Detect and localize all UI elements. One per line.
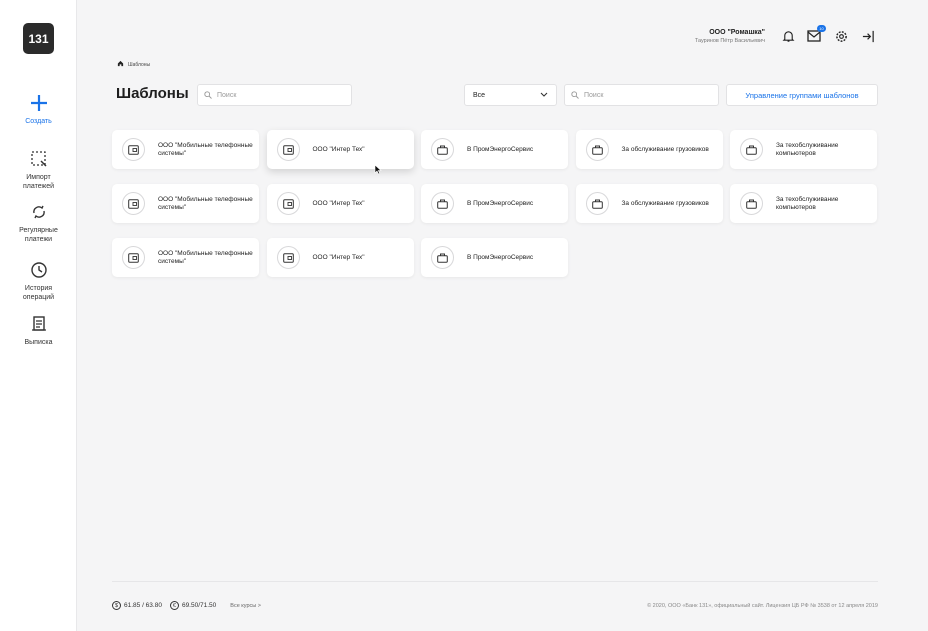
template-card[interactable]: ООО "Мобильные телефонные системы" [112, 130, 259, 169]
template-card-label: ООО "Интер Тех" [312, 253, 365, 261]
template-card-label: ООО "Мобильные телефонные системы" [158, 249, 253, 265]
briefcase-icon [431, 138, 454, 161]
template-card[interactable]: ООО "Мобильные телефонные системы" [112, 238, 259, 277]
template-search[interactable] [197, 84, 352, 106]
eur-rate-value: 69.50/71.50 [181, 602, 217, 609]
bell-icon[interactable] [780, 28, 796, 44]
sidebar-item-label: Создать [25, 118, 52, 125]
sidebar-item-create[interactable]: Создать [0, 93, 77, 126]
sidebar-item-label: Импорт платежей [22, 174, 55, 190]
usd-rate-value: 61.85 / 63.80 [124, 602, 162, 609]
template-card-label: За техобслуживание компьютеров [776, 141, 839, 157]
sidebar: 131 Создать Импорт платежей Регулярные п… [0, 0, 77, 631]
search-icon [571, 86, 579, 104]
template-card[interactable]: ООО "Мобильные телефонные системы" [112, 184, 259, 223]
manage-groups-button[interactable]: Управление группами шаблонов [726, 84, 878, 106]
mouse-cursor-icon [374, 162, 382, 180]
group-filter-value: Все [473, 91, 486, 99]
wallet-icon [276, 192, 300, 215]
template-card[interactable]: В ПромЭнергоСервис [421, 238, 568, 277]
briefcase-icon [585, 192, 609, 215]
sidebar-item-label: История операций [22, 285, 55, 301]
eur-rate: € 69.50/71.50 [169, 601, 217, 610]
template-card-label: В ПромЭнергоСервис [467, 145, 534, 153]
wallet-icon [122, 246, 145, 269]
search-input[interactable] [217, 91, 351, 99]
sidebar-item-label: Регулярные платежи [19, 227, 58, 243]
template-card-label: За техобслуживание компьютеров [776, 195, 839, 211]
all-rates-link[interactable]: Все курсы > [230, 603, 261, 609]
template-card[interactable]: В ПромЭнергоСервис [421, 130, 568, 169]
sidebar-item-label: Выписка [24, 339, 53, 346]
template-card[interactable]: За техобслуживание компьютеров [730, 130, 877, 169]
wallet-icon [122, 192, 145, 215]
template-card-label: ООО "Мобильные телефонные системы" [158, 141, 253, 157]
gear-icon[interactable] [833, 28, 849, 44]
template-card[interactable]: ООО "Интер Тех" [266, 130, 414, 169]
breadcrumb-current: Шаблоны [128, 61, 151, 68]
usd-rate: $ 61.85 / 63.80 [112, 601, 162, 610]
sidebar-item-regular[interactable]: Регулярные платежи [0, 202, 77, 244]
exchange-rates: $ 61.85 / 63.80 € 69.50/71.50 Все курсы … [112, 601, 261, 610]
template-card-label: ООО "Интер Тех" [312, 145, 365, 153]
template-card-label: ООО "Мобильные телефонные системы" [158, 195, 253, 211]
template-card[interactable]: ООО "Интер Тех" [266, 184, 414, 223]
sidebar-item-history[interactable]: История операций [0, 260, 77, 302]
briefcase-icon [740, 138, 763, 161]
template-card[interactable]: За техобслуживание компьютеров [730, 184, 877, 223]
breadcrumb: Шаблоны [117, 60, 150, 69]
company-switcher[interactable]: ООО "Ромашка" Тауринов Пётр Васильевич [695, 28, 765, 45]
wallet-icon [122, 138, 145, 161]
clock-icon [29, 260, 49, 280]
logout-icon[interactable] [860, 28, 876, 44]
template-card[interactable]: ООО "Интер Тех" [266, 238, 414, 277]
template-card-label: За обслуживание грузовиков [621, 145, 709, 153]
plus-icon [29, 93, 49, 113]
group-search[interactable] [564, 84, 719, 106]
template-card[interactable]: За обслуживание грузовиков [575, 130, 723, 169]
euro-icon: € [169, 601, 179, 610]
mail-icon[interactable]: 10 [806, 25, 826, 44]
wallet-icon [276, 138, 300, 161]
briefcase-icon [431, 192, 454, 215]
chevron-down-icon [540, 92, 548, 99]
copyright: © 2020, ООО «Банк 131», официальный сайт… [647, 603, 878, 609]
bank-logo[interactable]: 131 [23, 23, 54, 54]
dollar-icon: $ [112, 601, 121, 610]
group-filter-select[interactable]: Все [464, 84, 557, 106]
refresh-icon [29, 202, 49, 222]
page-title: Шаблоны [116, 85, 189, 102]
mail-badge: 10 [817, 25, 826, 32]
template-card-label: В ПромЭнергоСервис [467, 199, 534, 207]
sidebar-item-import[interactable]: Импорт платежей [0, 149, 77, 191]
user-name: Тауринов Пётр Васильевич [694, 38, 765, 44]
sidebar-item-statement[interactable]: Выписка [0, 314, 77, 347]
document-icon [29, 314, 49, 334]
home-icon[interactable] [117, 60, 124, 69]
import-icon [29, 149, 49, 169]
group-search-input[interactable] [584, 91, 718, 99]
briefcase-icon [431, 246, 454, 269]
briefcase-icon [740, 192, 763, 215]
template-card-label: ООО "Интер Тех" [312, 199, 365, 207]
template-card-label: За обслуживание грузовиков [621, 199, 709, 207]
wallet-icon [276, 246, 300, 269]
search-icon [204, 86, 212, 104]
footer-divider [112, 581, 878, 582]
template-card-label: В ПромЭнергоСервис [467, 253, 534, 261]
template-card[interactable]: В ПромЭнергоСервис [421, 184, 568, 223]
template-card[interactable]: За обслуживание грузовиков [575, 184, 723, 223]
company-name: ООО "Ромашка" [709, 29, 765, 36]
briefcase-icon [585, 138, 609, 161]
